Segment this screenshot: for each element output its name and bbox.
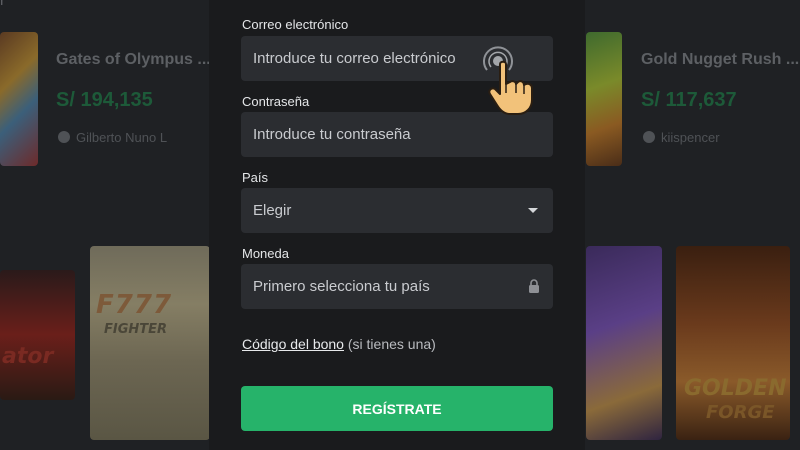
player-name-text: kiispencer (661, 130, 720, 145)
bonus-code-row: Código del bono (si tienes una) (242, 336, 436, 352)
password-placeholder: Introduce tu contraseña (253, 126, 411, 143)
game-thumbnail-aviator[interactable] (0, 270, 75, 400)
password-field[interactable]: Introduce tu contraseña (241, 112, 553, 157)
user-icon (643, 131, 655, 143)
email-placeholder: Introduce tu correo electrónico (253, 50, 456, 67)
lock-icon (529, 279, 539, 293)
register-button[interactable]: REGÍSTRATE (241, 386, 553, 431)
currency-placeholder: Primero selecciona tu país (253, 278, 430, 295)
game-title: Gold Nugget Rush ... (641, 51, 800, 68)
background-header-partial: r (0, 0, 5, 9)
user-icon (58, 131, 70, 143)
email-label: Correo electrónico (242, 17, 349, 32)
country-select-value: Elegir (253, 202, 292, 219)
game-title: Gates of Olympus ... (56, 51, 211, 68)
game-art-text: ator (2, 344, 54, 369)
game-thumbnail-gold-nugget-rush[interactable] (586, 32, 622, 166)
country-select[interactable]: Elegir (241, 188, 553, 233)
bonus-code-link[interactable]: Código del bono (242, 336, 344, 352)
game-art-text: FORGE (706, 402, 775, 423)
game-art-text: FIGHTER (104, 322, 168, 337)
win-amount: S/ 194,135 (56, 89, 153, 111)
bonus-code-hint: (si tienes una) (343, 336, 436, 352)
game-thumbnail-f777-fighter[interactable] (90, 246, 210, 440)
win-amount: S/ 117,637 (641, 89, 737, 111)
game-thumbnail-candy-dream[interactable] (586, 246, 662, 440)
pointing-hand-icon (488, 60, 533, 115)
country-label: País (242, 170, 269, 185)
game-art-text: GOLDEN (684, 376, 787, 401)
chevron-down-icon (528, 208, 538, 213)
player-name-text: Gilberto Nuno L (76, 130, 168, 145)
currency-field-disabled: Primero selecciona tu país (241, 264, 553, 309)
player-name: kiispencer (643, 130, 720, 145)
game-thumbnail-gates-of-olympus[interactable] (0, 32, 38, 166)
password-label: Contraseña (242, 94, 310, 109)
player-name: Gilberto Nuno L (58, 130, 167, 145)
game-art-text: F777 (96, 290, 173, 320)
currency-label: Moneda (242, 246, 289, 261)
